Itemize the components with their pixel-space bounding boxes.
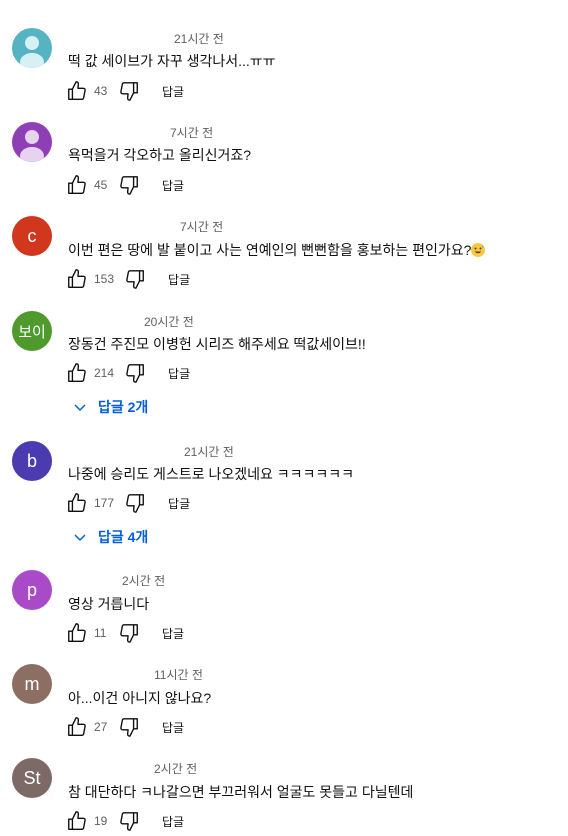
comment-actions: 214 답글 bbox=[66, 361, 190, 385]
like-count: 43 bbox=[94, 84, 108, 98]
comment-actions: 19 답글 bbox=[66, 809, 184, 833]
comment-text-body: 이번 편은 땅에 발 붙이고 사는 연예인의 뻔뻔함을 홍보하는 편인가요? bbox=[68, 242, 472, 258]
thumbs-up-icon bbox=[68, 623, 86, 642]
comment-actions: 27 답글 bbox=[66, 715, 184, 739]
default-avatar-icon bbox=[20, 36, 44, 68]
dislike-button[interactable] bbox=[118, 174, 140, 196]
comment-text: 욕먹을거 각오하고 올리신거죠? bbox=[68, 147, 252, 163]
like-button[interactable] bbox=[66, 362, 88, 384]
comment-time[interactable]: 2시간 전 bbox=[122, 572, 165, 589]
avatar[interactable]: 보이 bbox=[12, 311, 52, 351]
dislike-button[interactable] bbox=[118, 622, 140, 644]
thumbs-up-icon bbox=[68, 175, 86, 194]
reply-button[interactable]: 답글 bbox=[168, 271, 190, 288]
reply-button[interactable]: 답글 bbox=[162, 83, 184, 100]
thumbs-up-icon bbox=[68, 493, 86, 512]
comment-time[interactable]: 2시간 전 bbox=[154, 760, 197, 777]
like-count: 214 bbox=[94, 366, 115, 380]
comment-text: 나중에 승리도 게스트로 나오겠네요 ㅋㅋㅋㅋㅋㅋ bbox=[68, 466, 355, 482]
like-button[interactable] bbox=[66, 268, 88, 290]
view-replies-button[interactable]: 답글 4개 bbox=[72, 527, 148, 547]
comment-text: 영상 거릅니다 bbox=[68, 596, 150, 612]
dislike-button[interactable] bbox=[124, 492, 146, 514]
like-button[interactable] bbox=[66, 80, 88, 102]
thumbs-down-icon bbox=[126, 270, 144, 289]
thumbs-up-icon bbox=[68, 81, 86, 100]
like-button[interactable] bbox=[66, 174, 88, 196]
avatar[interactable]: m bbox=[12, 664, 52, 704]
avatar-letter: p bbox=[26, 579, 37, 600]
comment-time[interactable]: 21시간 전 bbox=[174, 30, 224, 47]
comment-actions: 11 답글 bbox=[66, 621, 184, 645]
like-count: 45 bbox=[94, 178, 108, 192]
avatar[interactable] bbox=[12, 122, 52, 162]
reply-button[interactable]: 답글 bbox=[168, 495, 190, 512]
thumbs-down-icon bbox=[120, 624, 138, 643]
thumbs-down-icon bbox=[126, 494, 144, 513]
comment-time[interactable]: 21시간 전 bbox=[184, 443, 234, 460]
comment-actions: 45 답글 bbox=[66, 173, 184, 197]
like-button[interactable] bbox=[66, 622, 88, 644]
like-count: 153 bbox=[94, 272, 115, 286]
comment-text: 아...이건 아니지 않나요? bbox=[68, 690, 212, 706]
like-count: 177 bbox=[94, 496, 115, 510]
avatar[interactable]: b bbox=[12, 441, 52, 481]
avatar[interactable] bbox=[12, 28, 52, 68]
thumbs-up-icon bbox=[68, 811, 86, 830]
reply-button[interactable]: 답글 bbox=[162, 177, 184, 194]
avatar-letter: c bbox=[27, 225, 37, 246]
comment-text: 이번 편은 땅에 발 붙이고 사는 연예인의 뻔뻔함을 홍보하는 편인가요? bbox=[68, 240, 486, 260]
default-avatar-icon bbox=[20, 130, 44, 162]
thumbs-down-icon bbox=[120, 176, 138, 195]
reply-button[interactable]: 답글 bbox=[162, 813, 184, 830]
thumbs-up-icon bbox=[68, 717, 86, 736]
view-replies-label: 답글 2개 bbox=[98, 399, 149, 415]
view-replies-button[interactable]: 답글 2개 bbox=[72, 397, 148, 417]
dislike-button[interactable] bbox=[124, 362, 146, 384]
dislike-button[interactable] bbox=[118, 810, 140, 832]
avatar-letter: m bbox=[24, 673, 40, 694]
comment-time[interactable]: 7시간 전 bbox=[170, 124, 213, 141]
chevron-down-icon bbox=[74, 404, 86, 412]
thumbs-up-icon bbox=[68, 363, 86, 382]
avatar[interactable]: p bbox=[12, 570, 52, 610]
comment-time[interactable]: 7시간 전 bbox=[180, 218, 223, 235]
comment-actions: 43 답글 bbox=[66, 79, 184, 103]
chevron-down-icon bbox=[74, 534, 86, 542]
thumbs-down-icon bbox=[126, 364, 144, 383]
like-count: 19 bbox=[94, 814, 108, 828]
dislike-button[interactable] bbox=[124, 268, 146, 290]
dislike-button[interactable] bbox=[118, 716, 140, 738]
reply-button[interactable]: 답글 bbox=[162, 625, 184, 642]
thumbs-up-icon bbox=[68, 269, 86, 288]
avatar[interactable]: St bbox=[12, 758, 52, 798]
view-replies-label: 답글 4개 bbox=[98, 529, 149, 545]
thumbs-down-icon bbox=[120, 812, 138, 831]
like-count: 11 bbox=[94, 626, 107, 640]
comment-time[interactable]: 20시간 전 bbox=[144, 313, 194, 330]
avatar-letter: 보이 bbox=[18, 323, 46, 341]
like-button[interactable] bbox=[66, 810, 88, 832]
thumbs-down-icon bbox=[120, 718, 138, 737]
avatar-letter: St bbox=[23, 767, 41, 788]
comment-text: 참 대단하다 ㅋ나갈으면 부끄러워서 얼굴도 못들고 다닐텐데 bbox=[68, 784, 414, 800]
avatar-letter: b bbox=[26, 450, 37, 471]
comment-actions: 153 답글 bbox=[66, 267, 190, 291]
thumbs-down-icon bbox=[120, 82, 138, 101]
like-button[interactable] bbox=[66, 492, 88, 514]
comment-actions: 177 답글 bbox=[66, 491, 190, 515]
comment-text: 장동건 주진모 이병헌 시리즈 해주세요 떡값세이브!! bbox=[68, 336, 366, 352]
like-count: 27 bbox=[94, 720, 108, 734]
reply-button[interactable]: 답글 bbox=[162, 719, 184, 736]
comment-text: 떡 값 세이브가 자꾸 생각나서...ㅠㅠ bbox=[68, 53, 276, 69]
like-button[interactable] bbox=[66, 716, 88, 738]
avatar[interactable]: c bbox=[12, 216, 52, 256]
comment-time[interactable]: 11시간 전 bbox=[154, 666, 203, 683]
reply-button[interactable]: 답글 bbox=[168, 365, 190, 382]
grinning-sweat-emoji bbox=[471, 243, 486, 257]
dislike-button[interactable] bbox=[118, 80, 140, 102]
